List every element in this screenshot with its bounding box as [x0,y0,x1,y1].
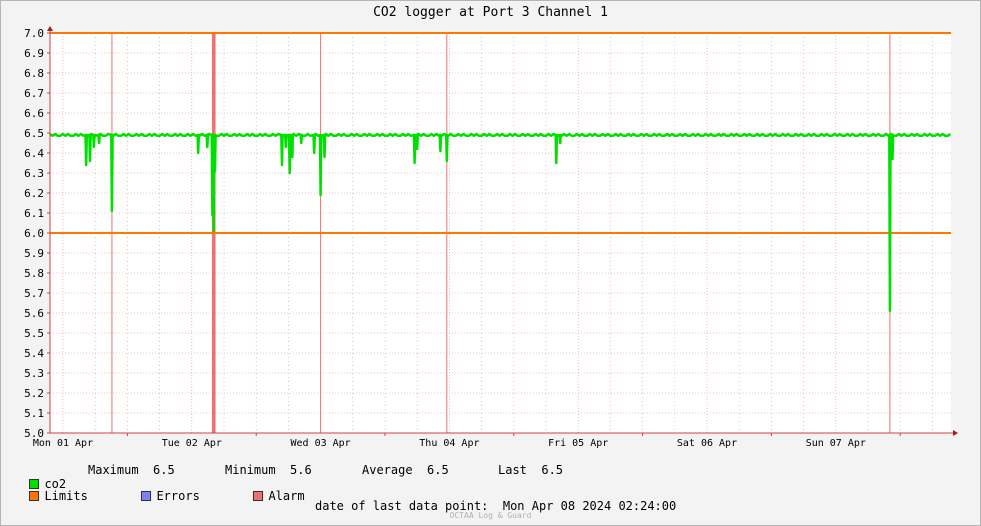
x-tick-label: Sat 06 Apr [677,438,737,449]
y-tick-label: 6.4 [24,147,44,160]
errors-label: Errors [156,489,200,503]
y-tick-label: 7.0 [24,27,44,40]
legend-last: Last 6.5 [498,463,563,477]
legend-limits: Limits [15,475,88,503]
x-axis-arrow [953,430,958,436]
last-label: Last [498,463,527,477]
x-tick-label: Tue 02 Apr [162,438,222,449]
y-tick-label: 5.5 [24,327,44,340]
alarm-label: Alarm [268,489,305,503]
y-tick-label: 6.1 [24,207,44,220]
y-tick-label: 6.5 [24,127,44,140]
x-tick-label: Thu 04 Apr [419,438,479,449]
y-tick-label: 6.9 [24,47,44,60]
y-tick-label: 5.1 [24,407,44,420]
limits-swatch [29,490,40,501]
alarm-swatch [253,490,264,501]
chart-svg: 5.05.15.25.35.45.55.65.75.85.96.06.16.26… [24,26,958,449]
watermark: OCTAA Log & Guard [449,511,532,520]
legend-errors: Errors [127,475,200,503]
y-tick-label: 6.8 [24,67,44,80]
avg-value: 6.5 [427,463,449,477]
y-tick-label: 6.0 [24,227,44,240]
y-axis-arrow [47,26,53,31]
y-tick-label: 5.7 [24,287,44,300]
y-tick-label: 6.7 [24,87,44,100]
y-tick-label: 5.9 [24,247,44,260]
x-tick-label: Mon 01 Apr [33,438,93,449]
y-tick-label: 6.2 [24,187,44,200]
y-tick-label: 5.6 [24,307,44,320]
y-tick-label: 5.3 [24,367,44,380]
y-tick-label: 5.4 [24,347,44,360]
limits-label: Limits [44,489,88,503]
avg-label: Average [362,463,413,477]
y-tick-label: 6.3 [24,167,44,180]
y-tick-label: 5.8 [24,267,44,280]
y-tick-label: 6.6 [24,107,44,120]
x-tick-label: Sun 07 Apr [806,438,866,449]
errors-swatch [141,490,152,501]
legend-avg: Average 6.5 [362,463,449,477]
x-tick-label: Fri 05 Apr [548,438,608,449]
y-tick-label: 5.2 [24,387,44,400]
x-tick-label: Wed 03 Apr [290,438,350,449]
last-value: 6.5 [541,463,564,477]
legend-alarm: Alarm [239,475,305,503]
